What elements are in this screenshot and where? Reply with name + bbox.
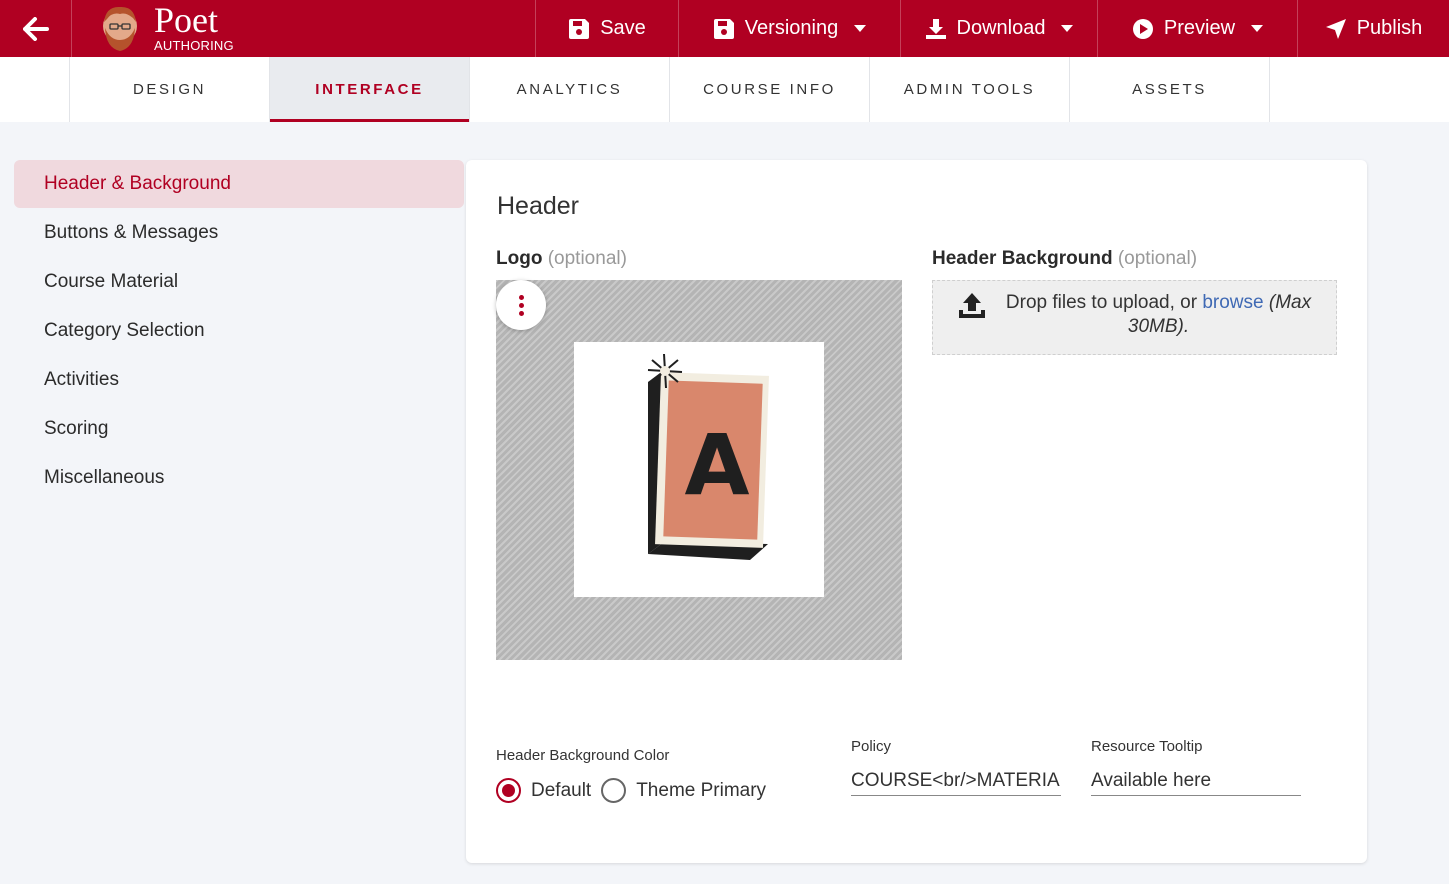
radio-theme-primary-label: Theme Primary <box>636 779 767 801</box>
policy-input[interactable] <box>851 766 1061 796</box>
letter-a-logo: A <box>647 353 769 560</box>
header-background-label-text: Header Background <box>932 248 1113 269</box>
logo-image: A <box>574 342 824 597</box>
logo-label: Logo (optional) <box>496 248 627 270</box>
policy-label: Policy <box>851 738 892 755</box>
avatar <box>103 6 137 51</box>
section-title: Header <box>497 192 579 220</box>
browse-link[interactable]: browse <box>1202 292 1263 313</box>
download-label: Download <box>956 17 1046 39</box>
chevron-down-icon <box>1061 25 1074 32</box>
radio-default-label: Default <box>531 779 592 801</box>
tab-analytics[interactable]: ANALYTICS <box>470 57 670 122</box>
kebab-dot-icon <box>518 310 524 316</box>
brand: Poet AUTHORING <box>72 0 535 57</box>
kebab-dot-icon <box>518 302 524 308</box>
header-bg-color-radio-group: Default Theme Primary <box>496 778 776 803</box>
header-background-optional-text: (optional) <box>1117 248 1198 269</box>
tab-admin-tools[interactable]: ADMIN TOOLS <box>870 57 1070 122</box>
top-bar: Poet AUTHORING Save Versioning Download … <box>0 0 1449 57</box>
header-background-label: Header Background (optional) <box>932 248 1197 270</box>
arrow-left-icon <box>22 16 49 41</box>
sidebar-item-header-background[interactable]: Header & Background <box>14 160 464 208</box>
preview-button[interactable]: Preview <box>1097 0 1297 57</box>
publish-button[interactable]: Publish <box>1297 0 1449 57</box>
kebab-dot-icon <box>518 294 524 300</box>
floppy-disk-icon <box>713 18 734 39</box>
resource-tooltip-input[interactable] <box>1091 766 1301 796</box>
radio-unchecked-icon <box>601 778 627 803</box>
play-circle-icon <box>1132 18 1153 39</box>
tab-design[interactable]: DESIGN <box>70 57 270 122</box>
versioning-label: Versioning <box>744 17 839 39</box>
download-icon <box>925 18 946 39</box>
app-name: Poet <box>154 0 219 40</box>
radio-default[interactable]: Default <box>496 778 591 803</box>
download-button[interactable]: Download <box>900 0 1097 57</box>
tab-interface[interactable]: INTERFACE <box>270 57 470 122</box>
versioning-button[interactable]: Versioning <box>678 0 900 57</box>
sidebar-item-activities[interactable]: Activities <box>14 356 464 404</box>
more-options-button[interactable] <box>496 280 546 330</box>
dropzone-instruction: Drop files to upload, or <box>1005 292 1198 313</box>
paper-plane-icon <box>1325 18 1346 39</box>
sidebar-item-scoring[interactable]: Scoring <box>14 405 464 453</box>
logo-label-text: Logo <box>496 248 543 269</box>
sidebar-item-miscellaneous[interactable]: Miscellaneous <box>14 454 464 502</box>
sidebar: Header & Background Buttons & Messages C… <box>14 160 464 503</box>
floppy-disk-icon <box>569 18 590 39</box>
logo-letter: A <box>684 416 749 514</box>
dropzone-text: Drop files to upload, or browse (Max 30M… <box>999 291 1318 339</box>
sidebar-item-buttons-messages[interactable]: Buttons & Messages <box>14 209 464 257</box>
preview-label: Preview <box>1163 17 1236 39</box>
chevron-down-icon <box>1251 25 1264 32</box>
sidebar-item-category-selection[interactable]: Category Selection <box>14 307 464 355</box>
radio-theme-primary[interactable]: Theme Primary <box>601 778 766 803</box>
sidebar-item-course-material[interactable]: Course Material <box>14 258 464 306</box>
save-label: Save <box>600 17 646 39</box>
resource-tooltip-label: Resource Tooltip <box>1091 738 1203 755</box>
settings-card: Header Logo (optional) A Header Backgrou… <box>466 160 1367 863</box>
main-tabs: DESIGN INTERFACE ANALYTICS COURSE INFO A… <box>0 57 1449 122</box>
chevron-down-icon <box>854 25 867 32</box>
radio-checked-icon <box>496 778 521 803</box>
logo-preview: A <box>496 280 902 660</box>
publish-label: Publish <box>1356 17 1423 39</box>
save-button[interactable]: Save <box>535 0 678 57</box>
tab-course-info[interactable]: COURSE INFO <box>670 57 870 122</box>
tab-assets[interactable]: ASSETS <box>1070 57 1270 122</box>
app-subtitle: AUTHORING <box>154 37 234 53</box>
header-bg-color-label: Header Background Color <box>496 747 670 764</box>
upload-icon <box>959 293 985 318</box>
back-button[interactable] <box>0 0 72 57</box>
logo-optional-text: (optional) <box>547 248 627 269</box>
file-dropzone[interactable]: Drop files to upload, or browse (Max 30M… <box>932 280 1337 355</box>
